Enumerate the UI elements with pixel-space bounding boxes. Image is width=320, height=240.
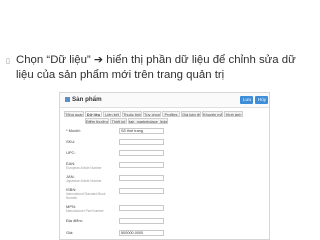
field-hint: International Standard Book Number — [66, 192, 106, 200]
field-hint: Japanese Article Number — [66, 179, 102, 183]
panel-title: Sản phẩm — [65, 96, 102, 103]
field-label: Giá: — [66, 230, 116, 235]
field-hint: Manufacturer Part Number — [66, 209, 104, 213]
field-label: UPC: — [66, 150, 116, 155]
field-label-text: * Model: — [66, 128, 81, 133]
product-icon — [65, 96, 70, 102]
tab-discount[interactable]: Khuyến mãi — [202, 111, 223, 117]
caption-part-1: Chọn “Dữ liệu” — [16, 54, 94, 66]
location-input[interactable] — [119, 218, 164, 224]
ean-input[interactable] — [119, 162, 164, 168]
sku-input[interactable] — [119, 139, 164, 145]
field-label: SKU: — [66, 139, 116, 144]
field-label: Địa điểm: — [66, 218, 116, 223]
tab-retail-price[interactable]: Giá bán lẻ — [181, 111, 201, 117]
field-hint: European Article Number — [66, 166, 102, 170]
save-button[interactable]: Lưu — [240, 96, 253, 104]
price-input[interactable]: 500000.0000 — [119, 230, 164, 236]
cancel-button[interactable]: Hủy — [255, 96, 268, 104]
model-input[interactable]: Sổ thời trang — [119, 128, 164, 134]
tab-reward-points[interactable]: Điểm thưởng — [85, 118, 109, 124]
tab-links[interactable]: Liên kết — [103, 111, 121, 117]
field-label-text: Giá: — [66, 230, 74, 235]
tab-overview[interactable]: Tổng quan — [64, 111, 84, 117]
bullet-icon: ▯ — [6, 57, 10, 65]
tab-data[interactable]: Dữ liệu — [85, 111, 102, 117]
admin-screenshot-panel: Sản phẩm Lưu Hủy Tổng quan Dữ liệu Liên … — [59, 92, 270, 240]
tab-image[interactable]: Hình ảnh — [224, 111, 243, 117]
panel-header: Sản phẩm Lưu Hủy — [60, 93, 269, 108]
field-label: JAN: Japanese Article Number — [66, 174, 116, 183]
slide-caption: Chọn “Dữ liệu” ➔ hiển thị phần dữ liệu đ… — [16, 52, 312, 83]
arrow-icon: ➔ — [93, 53, 104, 66]
tab-bar: Tổng quan Dữ liệu Liên kết Thuộc tính Tù… — [64, 111, 267, 125]
mpn-input[interactable] — [119, 205, 164, 211]
tab-marketplace-links[interactable]: tab_marketplace_links — [128, 118, 168, 124]
panel-title-text: Sản phẩm — [72, 96, 102, 103]
field-label: EAN: European Article Number — [66, 161, 116, 170]
upc-input[interactable] — [119, 150, 164, 156]
field-label: MPN: Manufacturer Part Number — [66, 204, 116, 213]
tab-design[interactable]: Thiết kế — [110, 118, 127, 124]
jan-input[interactable] — [119, 175, 164, 181]
tab-profiles[interactable]: Profiles — [162, 111, 180, 117]
field-label-text: SKU: — [66, 139, 76, 144]
field-label-text: UPC: — [66, 150, 76, 155]
field-label: ISBN: International Standard Book Number — [66, 187, 116, 200]
isbn-input[interactable] — [119, 188, 164, 194]
tab-attributes[interactable]: Thuộc tính — [122, 111, 142, 117]
field-label-text: Địa điểm: — [66, 218, 83, 223]
field-label: * Model: — [66, 128, 116, 133]
tab-options[interactable]: Tùy chọn — [143, 111, 161, 117]
